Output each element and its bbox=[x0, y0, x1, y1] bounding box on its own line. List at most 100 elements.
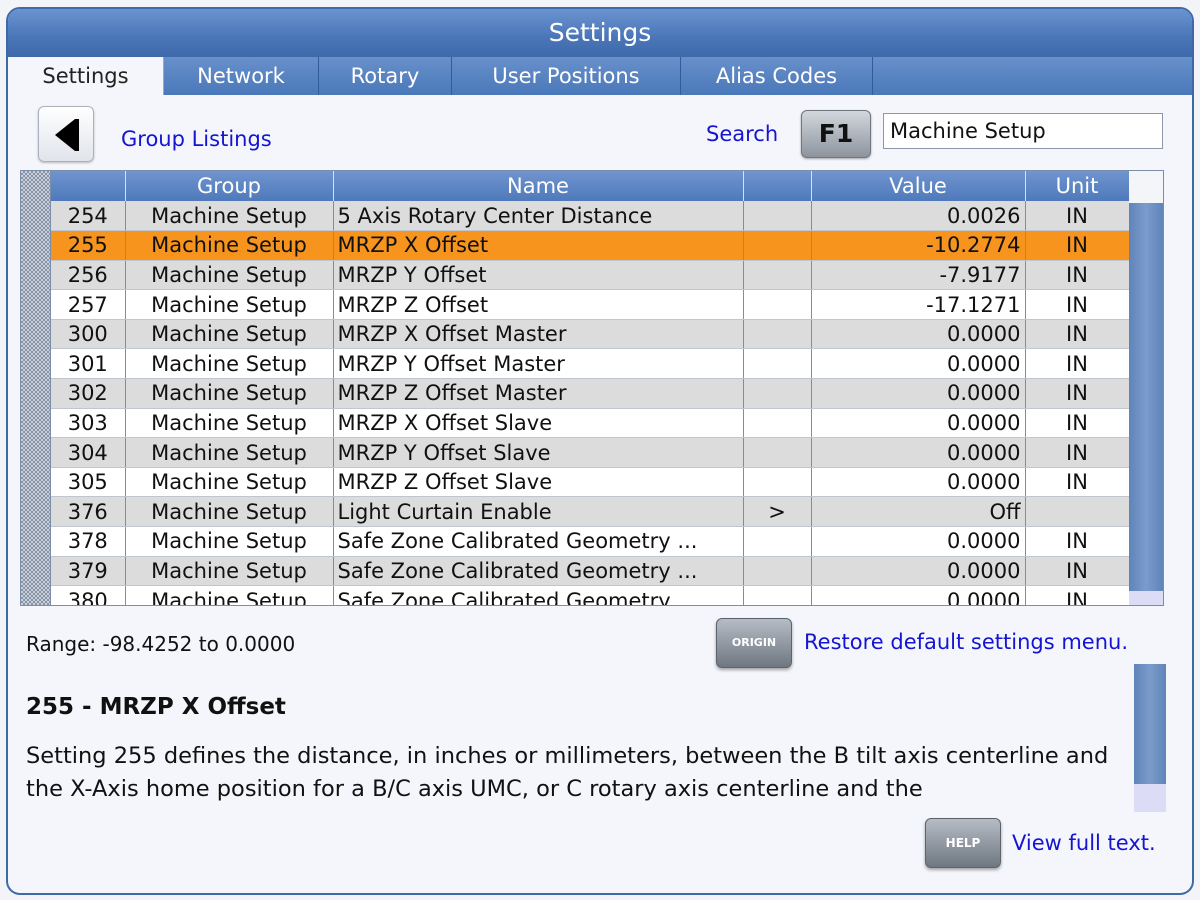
table-row[interactable]: 302 Machine Setup MRZP Z Offset Master 0.00… bbox=[51, 378, 1130, 409]
cell-flag bbox=[743, 260, 812, 291]
cell-number: 302 bbox=[51, 378, 126, 409]
table-row[interactable]: 305 Machine Setup MRZP Z Offset Slave 0.000… bbox=[51, 467, 1130, 498]
table-row[interactable]: 380 Machine Setup Safe Zone Calibrated Geo… bbox=[51, 585, 1130, 605]
help-button[interactable]: HELP bbox=[925, 818, 1001, 868]
cell-flag bbox=[743, 348, 812, 380]
window-title: Settings bbox=[8, 9, 1192, 57]
table-row[interactable]: 379 Machine Setup Safe Zone Calibrated Geo… bbox=[51, 556, 1130, 587]
back-arrow-bar bbox=[75, 119, 79, 151]
cell-name: Safe Zone Calibrated Geometry ... bbox=[333, 526, 744, 557]
cell-group: Machine Setup bbox=[125, 467, 334, 498]
view-full-text-link[interactable]: View full text. bbox=[1012, 831, 1156, 855]
table-row[interactable]: 301 Machine Setup MRZP Y Offset Master 0.00… bbox=[51, 348, 1130, 380]
cell-unit: IN bbox=[1025, 556, 1130, 587]
cell-unit: IN bbox=[1025, 526, 1130, 557]
tab-bar: Settings Network Rotary User Positions A… bbox=[8, 57, 1192, 95]
cell-number: 300 bbox=[51, 319, 126, 350]
cell-unit bbox=[1025, 496, 1130, 528]
cell-flag bbox=[743, 408, 812, 439]
search-input[interactable] bbox=[883, 113, 1163, 149]
cell-number: 254 bbox=[51, 201, 126, 232]
tab-alias-codes[interactable]: Alias Codes bbox=[681, 57, 873, 95]
cell-name: MRZP X Offset bbox=[333, 230, 744, 261]
column-header-flag[interactable] bbox=[743, 171, 812, 201]
cell-group: Machine Setup bbox=[125, 378, 334, 409]
cell-name: Safe Zone Calibrated Geometry ... bbox=[333, 585, 744, 605]
cell-name: 5 Axis Rotary Center Distance bbox=[333, 201, 744, 232]
tab-bar-filler bbox=[873, 57, 1192, 95]
origin-button[interactable]: ORIGIN bbox=[716, 618, 792, 668]
description-scrollbar-thumb[interactable] bbox=[1134, 664, 1166, 784]
column-header-name[interactable]: Name bbox=[333, 171, 744, 201]
range-text: Range: -98.4252 to 0.0000 bbox=[26, 632, 296, 656]
tab-settings[interactable]: Settings bbox=[8, 57, 164, 95]
cell-group: Machine Setup bbox=[125, 260, 334, 291]
column-header-group[interactable]: Group bbox=[125, 171, 334, 201]
cell-unit: IN bbox=[1025, 260, 1130, 291]
cell-unit: IN bbox=[1025, 348, 1130, 380]
table-row[interactable]: 256 Machine Setup MRZP Y Offset -7.9177 IN bbox=[51, 260, 1130, 291]
cell-flag bbox=[743, 585, 812, 605]
group-listings-link[interactable]: Group Listings bbox=[121, 127, 272, 151]
cell-flag bbox=[743, 556, 812, 587]
cell-name: MRZP Z Offset bbox=[333, 289, 744, 320]
column-header-unit[interactable]: Unit bbox=[1025, 171, 1130, 201]
cell-unit: IN bbox=[1025, 437, 1130, 468]
table-row[interactable]: 254 Machine Setup 5 Axis Rotary Center Dis… bbox=[51, 201, 1130, 232]
table-row[interactable]: 304 Machine Setup MRZP Y Offset Slave 0.000… bbox=[51, 437, 1130, 468]
cell-name: MRZP Z Offset Master bbox=[333, 378, 744, 409]
cell-number: 376 bbox=[51, 496, 126, 528]
back-button[interactable] bbox=[38, 106, 94, 162]
cell-flag bbox=[743, 201, 812, 232]
table-row[interactable]: 303 Machine Setup MRZP X Offset Slave 0.000… bbox=[51, 408, 1130, 439]
table-row[interactable]: 257 Machine Setup MRZP Z Offset -17.1271 IN bbox=[51, 289, 1130, 320]
f1-key-button[interactable]: F1 bbox=[801, 110, 871, 158]
tab-rotary[interactable]: Rotary bbox=[319, 57, 452, 95]
cell-value: 0.0000 bbox=[811, 526, 1026, 557]
cell-number: 257 bbox=[51, 289, 126, 320]
column-header-value[interactable]: Value bbox=[811, 171, 1026, 201]
cell-number: 301 bbox=[51, 348, 126, 380]
table-row[interactable]: 255 Machine Setup MRZP X Offset -10.2774 IN bbox=[51, 230, 1130, 261]
cell-number: 256 bbox=[51, 260, 126, 291]
scrollbar-thumb[interactable] bbox=[1129, 203, 1163, 591]
cell-flag bbox=[743, 289, 812, 320]
column-header-number[interactable] bbox=[51, 171, 126, 201]
description-scrollbar[interactable] bbox=[1134, 664, 1166, 812]
cell-number: 379 bbox=[51, 556, 126, 587]
back-arrow-icon bbox=[55, 119, 75, 151]
table-row[interactable]: 378 Machine Setup Safe Zone Calibrated Geo… bbox=[51, 526, 1130, 557]
cell-number: 378 bbox=[51, 526, 126, 557]
settings-table: Group Name Value Unit 254 Machine Setup 5 … bbox=[20, 170, 1164, 606]
cell-flag bbox=[743, 437, 812, 468]
cell-flag bbox=[743, 526, 812, 557]
cell-value: 0.0000 bbox=[811, 556, 1026, 587]
scrollbar-bottom-area[interactable] bbox=[1129, 591, 1163, 605]
restore-defaults-link[interactable]: Restore default settings menu. bbox=[804, 630, 1128, 654]
tab-user-positions[interactable]: User Positions bbox=[452, 57, 681, 95]
cell-value: 0.0000 bbox=[811, 408, 1026, 439]
cell-value: 0.0000 bbox=[811, 585, 1026, 605]
cell-unit: IN bbox=[1025, 289, 1130, 320]
cell-name: MRZP Y Offset Master bbox=[333, 348, 744, 380]
cell-unit: IN bbox=[1025, 201, 1130, 232]
cell-value: -10.2774 bbox=[811, 230, 1026, 261]
cell-flag: > bbox=[743, 496, 812, 528]
cell-group: Machine Setup bbox=[125, 348, 334, 380]
cell-value: -7.9177 bbox=[811, 260, 1026, 291]
cell-unit: IN bbox=[1025, 230, 1130, 261]
description-text: Setting 255 defines the distance, in inc… bbox=[26, 743, 1109, 802]
cell-flag bbox=[743, 230, 812, 261]
scrollbar-top-area[interactable] bbox=[1129, 171, 1163, 203]
table-row[interactable]: 300 Machine Setup MRZP X Offset Master 0.00… bbox=[51, 319, 1130, 350]
cell-flag bbox=[743, 319, 812, 350]
cell-name: Safe Zone Calibrated Geometry ... bbox=[333, 556, 744, 587]
search-label: Search bbox=[706, 122, 779, 146]
table-scrollbar[interactable] bbox=[1129, 171, 1163, 605]
cell-name: Light Curtain Enable bbox=[333, 496, 744, 528]
cell-value: Off bbox=[811, 496, 1026, 528]
cell-value: -17.1271 bbox=[811, 289, 1026, 320]
tab-network[interactable]: Network bbox=[164, 57, 319, 95]
table-row[interactable]: 376 Machine Setup Light Curtain Enable > Off bbox=[51, 496, 1130, 528]
cell-name: MRZP X Offset Slave bbox=[333, 408, 744, 439]
